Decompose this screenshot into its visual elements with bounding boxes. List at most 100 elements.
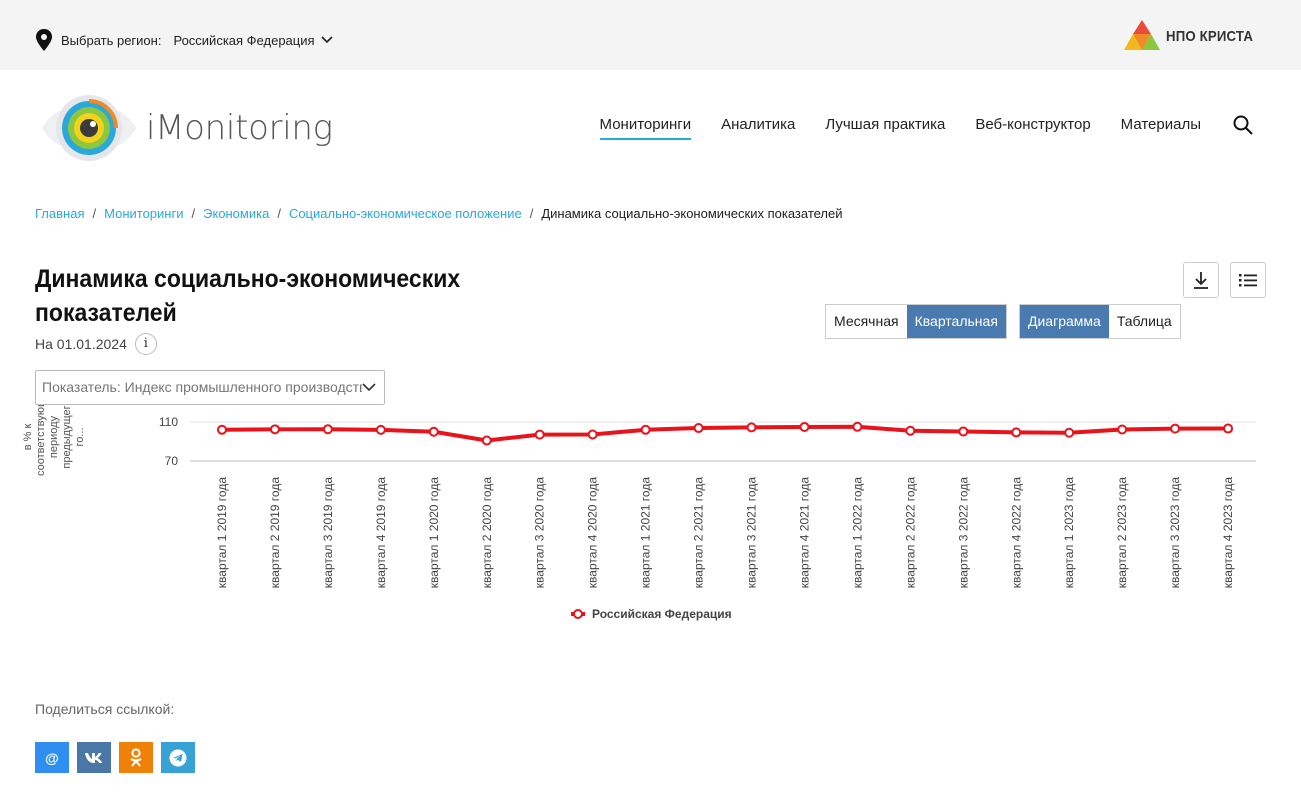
x-tick-label: квартал 4 2023 года: [1221, 477, 1235, 589]
x-tick-label: квартал 4 2021 года: [797, 477, 811, 589]
krista-logo-icon: [1124, 20, 1161, 50]
period-monthly[interactable]: Месячная: [826, 305, 907, 338]
data-point: [1223, 423, 1234, 434]
nav-best-practice[interactable]: Лучшая практика: [825, 116, 945, 140]
data-point: [481, 435, 492, 446]
y-axis-label-line: предыдущег: [61, 405, 73, 468]
data-point: [693, 423, 704, 434]
top-bar: Выбрать регион: Российская Федерация НПО…: [0, 0, 1301, 70]
region-selector[interactable]: Выбрать регион: Российская Федерация: [35, 28, 333, 52]
y-axis-label-line: го...: [74, 427, 86, 446]
search-icon[interactable]: [1233, 115, 1253, 135]
region-value[interactable]: Российская Федерация: [173, 33, 314, 48]
x-tick-label: квартал 4 2019 года: [374, 477, 388, 589]
share-buttons: @: [35, 742, 203, 773]
list-menu-icon: [1239, 274, 1257, 287]
download-button[interactable]: [1183, 262, 1219, 298]
view-table[interactable]: Таблица: [1108, 305, 1180, 338]
x-tick-label: квартал 1 2020 года: [427, 477, 441, 589]
legend-label: Российская Федерация: [592, 607, 732, 621]
breadcrumb-home[interactable]: Главная: [35, 206, 84, 221]
chevron-down-icon[interactable]: [320, 36, 333, 44]
x-tick-label: квартал 2 2023 года: [1115, 477, 1129, 589]
x-tick-label: квартал 3 2022 года: [956, 477, 970, 589]
nav-web-constructor[interactable]: Веб-конструктор: [975, 116, 1090, 140]
odnoklassniki-icon: [130, 747, 142, 767]
y-axis-label-line: периоду: [48, 415, 60, 458]
view-toggle: Диаграмма Таблица: [1019, 304, 1181, 339]
data-point: [905, 425, 916, 436]
report-date-text: На 01.01.2024: [35, 336, 127, 352]
indicator-select-value: Показатель: Индекс промышленного произво…: [42, 379, 375, 395]
share-odnoklassniki-button[interactable]: [119, 742, 153, 773]
x-tick-label: квартал 1 2022 года: [850, 477, 864, 589]
y-axis-label: в % ксоответствующпериодупредыдущегго...: [22, 405, 86, 476]
data-point: [428, 426, 439, 437]
x-tick-label: квартал 3 2021 года: [745, 477, 759, 589]
info-icon[interactable]: i: [134, 333, 157, 355]
data-point: [217, 424, 227, 435]
x-tick-label: квартал 1 2019 года: [215, 477, 229, 589]
data-point: [322, 424, 333, 435]
y-axis-ticks: 110 70: [159, 415, 178, 468]
main-nav: Мониторинги Аналитика Лучшая практика Ве…: [570, 116, 1201, 140]
breadcrumb-socioeconomic[interactable]: Социально-экономическое положение: [289, 206, 522, 221]
x-tick-label: квартал 3 2023 года: [1168, 477, 1182, 589]
nav-analytics[interactable]: Аналитика: [721, 116, 795, 140]
report-date: На 01.01.2024 i: [35, 333, 157, 355]
share-telegram-button[interactable]: [161, 742, 195, 773]
nav-materials[interactable]: Материалы: [1121, 116, 1201, 140]
menu-button[interactable]: [1230, 262, 1266, 298]
indicator-select[interactable]: Показатель: Индекс промышленного произво…: [35, 370, 385, 405]
line-chart: в % ксоответствующпериодупредыдущегго...…: [22, 405, 1256, 621]
chart-legend[interactable]: Российская Федерация: [571, 607, 732, 621]
x-tick-label: квартал 1 2023 года: [1062, 477, 1076, 589]
share-mail-button[interactable]: @: [35, 742, 69, 773]
map-pin-icon: [36, 29, 52, 51]
x-tick-label: квартал 1 2021 года: [639, 477, 653, 589]
data-point: [269, 424, 280, 435]
data-point: [958, 426, 969, 437]
data-point: [852, 421, 863, 432]
region-label: Выбрать регион:: [61, 32, 162, 48]
x-tick-label: квартал 2 2020 года: [480, 477, 494, 589]
brand-name: НПО КРИСТА: [1166, 27, 1254, 45]
x-tick-label: квартал 3 2020 года: [533, 477, 547, 589]
vk-icon: [85, 752, 103, 763]
breadcrumb-separator: /: [277, 206, 281, 221]
imonitoring-logo[interactable]: iMonitoring: [40, 90, 333, 166]
view-chart[interactable]: Диаграмма: [1020, 305, 1109, 338]
x-tick-label: квартал 4 2022 года: [1009, 477, 1023, 589]
chevron-down-icon: [362, 383, 376, 392]
data-point: [746, 422, 757, 433]
breadcrumb-separator: /: [191, 206, 196, 221]
nav-monitorings[interactable]: Мониторинги: [599, 116, 692, 140]
eye-logo-icon: [42, 95, 136, 161]
breadcrumb-monitorings[interactable]: Мониторинги: [104, 206, 183, 221]
breadcrumb: Главная / Мониторинги / Экономика / Соци…: [35, 206, 843, 221]
telegram-icon: [169, 749, 187, 766]
data-point: [1117, 424, 1128, 435]
x-tick-label: квартал 2 2022 года: [903, 477, 917, 589]
mail-icon: @: [45, 749, 59, 766]
legend-marker: [573, 609, 583, 619]
data-point: [534, 429, 545, 440]
breadcrumb-separator: /: [529, 206, 534, 221]
y-axis-label-line: соответствующ: [35, 405, 47, 476]
breadcrumb-economy[interactable]: Экономика: [203, 206, 269, 221]
breadcrumb-current: Динамика социально-экономических показат…: [541, 206, 843, 221]
data-point: [1011, 427, 1022, 438]
data-point: [587, 429, 598, 440]
share-label: Поделиться ссылкой:: [35, 701, 175, 717]
page-title: Динамика социально-экономических показат…: [35, 265, 461, 327]
krista-logo[interactable]: НПО КРИСТА: [1124, 20, 1265, 52]
y-axis-label-line: в % к: [22, 424, 34, 451]
y-axis-label-text: в % ксоответствующпериодупредыдущегго...: [22, 405, 86, 476]
share-vk-button[interactable]: [77, 742, 111, 773]
chart-series: [217, 421, 1234, 446]
x-tick-label: квартал 4 2020 года: [586, 477, 600, 589]
period-quarterly[interactable]: Квартальная: [906, 305, 1006, 338]
x-tick-label: квартал 3 2019 года: [321, 477, 335, 589]
data-point: [1170, 423, 1181, 434]
data-point: [640, 424, 651, 435]
